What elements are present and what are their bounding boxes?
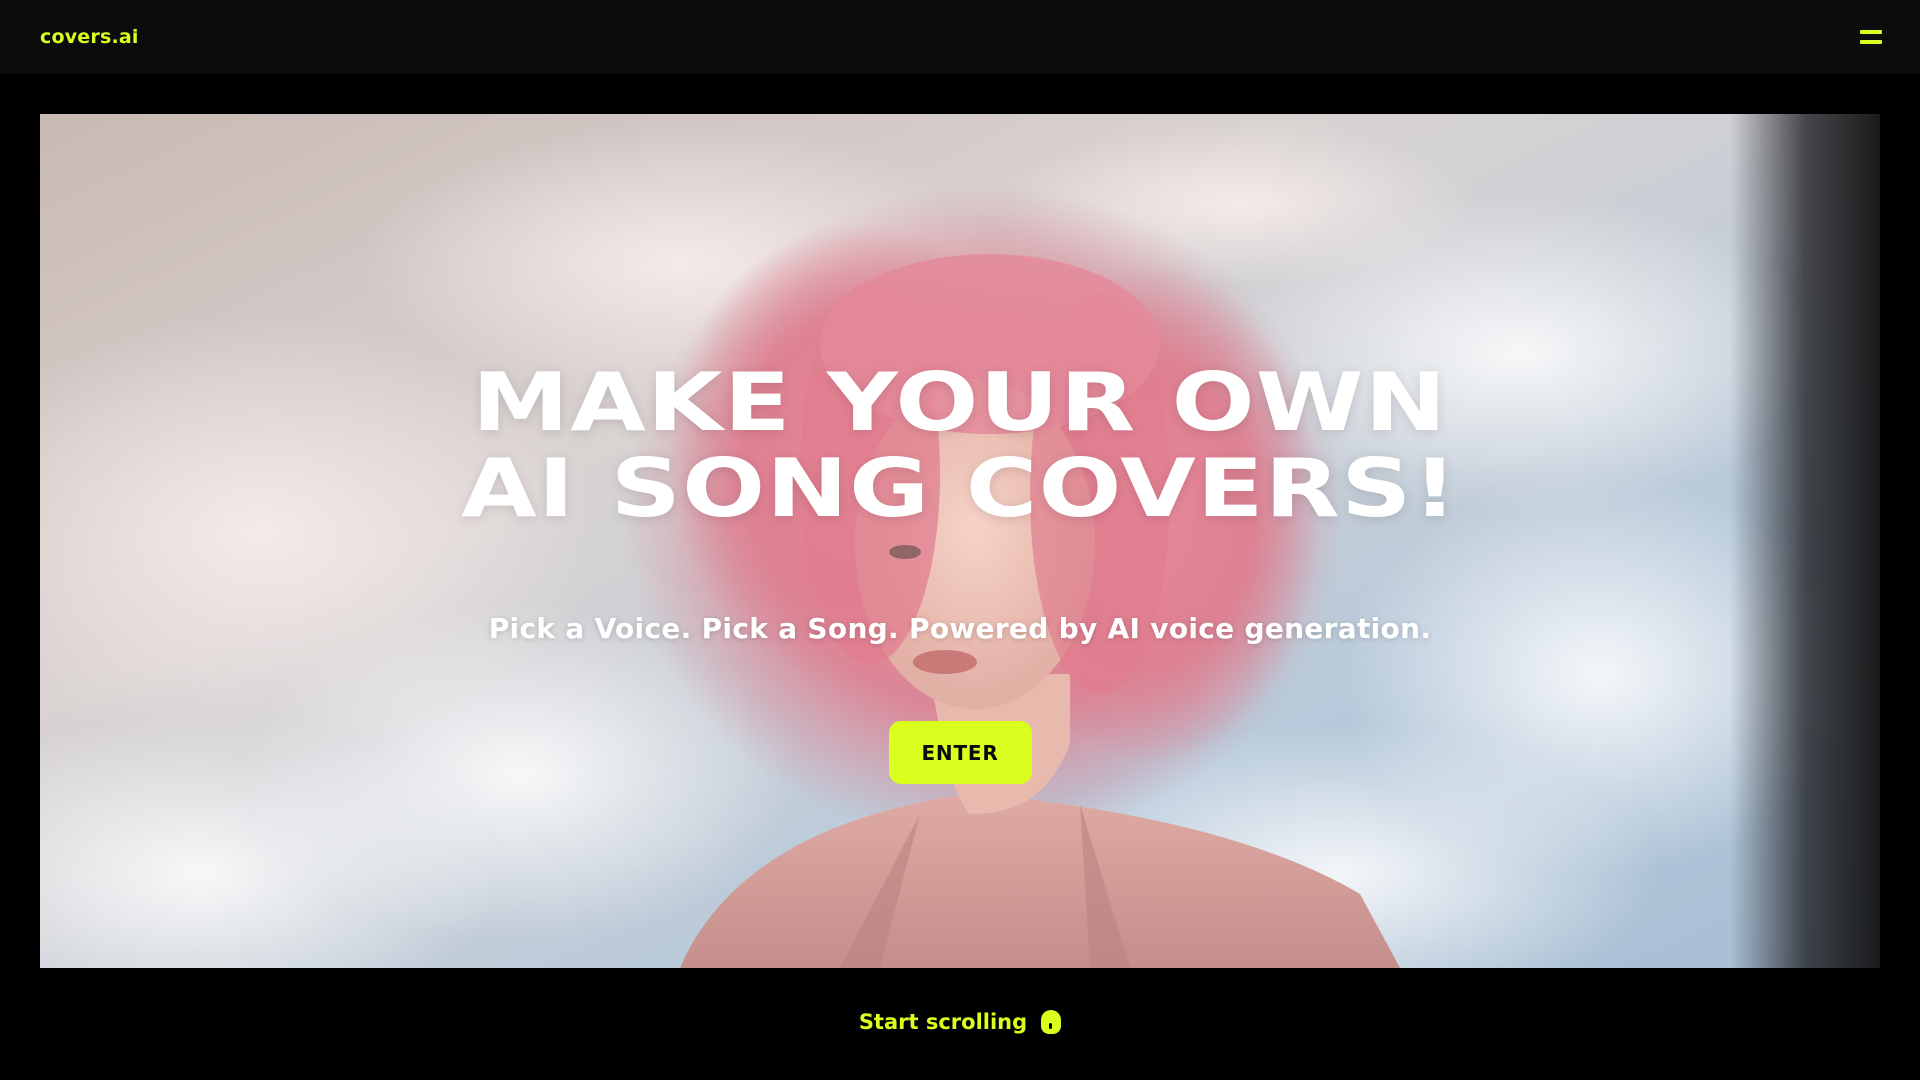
top-navigation-bar: covers.ai — [0, 0, 1920, 74]
enter-button[interactable]: ENTER — [888, 721, 1032, 784]
headline-line-2: AI SONG COVERS! — [461, 442, 1459, 535]
hero-subheadline: Pick a Voice. Pick a Song. Powered by AI… — [488, 612, 1432, 645]
scroll-hint[interactable]: Start scrolling — [0, 1010, 1920, 1034]
hamburger-menu-icon[interactable] — [1854, 20, 1888, 54]
scroll-hint-label: Start scrolling — [858, 1010, 1028, 1034]
mouse-icon — [1041, 1010, 1062, 1034]
hero-content: MAKE YOUR OWN AI SONG COVERS! Pick a Voi… — [40, 114, 1880, 968]
site-logo[interactable]: covers.ai — [40, 26, 139, 48]
hero-section: MAKE YOUR OWN AI SONG COVERS! Pick a Voi… — [40, 114, 1880, 968]
menu-bar-bottom — [1860, 40, 1882, 44]
menu-bar-top — [1860, 30, 1882, 34]
headline-line-1: MAKE YOUR OWN — [472, 356, 1448, 449]
hero-headline: MAKE YOUR OWN AI SONG COVERS! — [461, 360, 1458, 532]
